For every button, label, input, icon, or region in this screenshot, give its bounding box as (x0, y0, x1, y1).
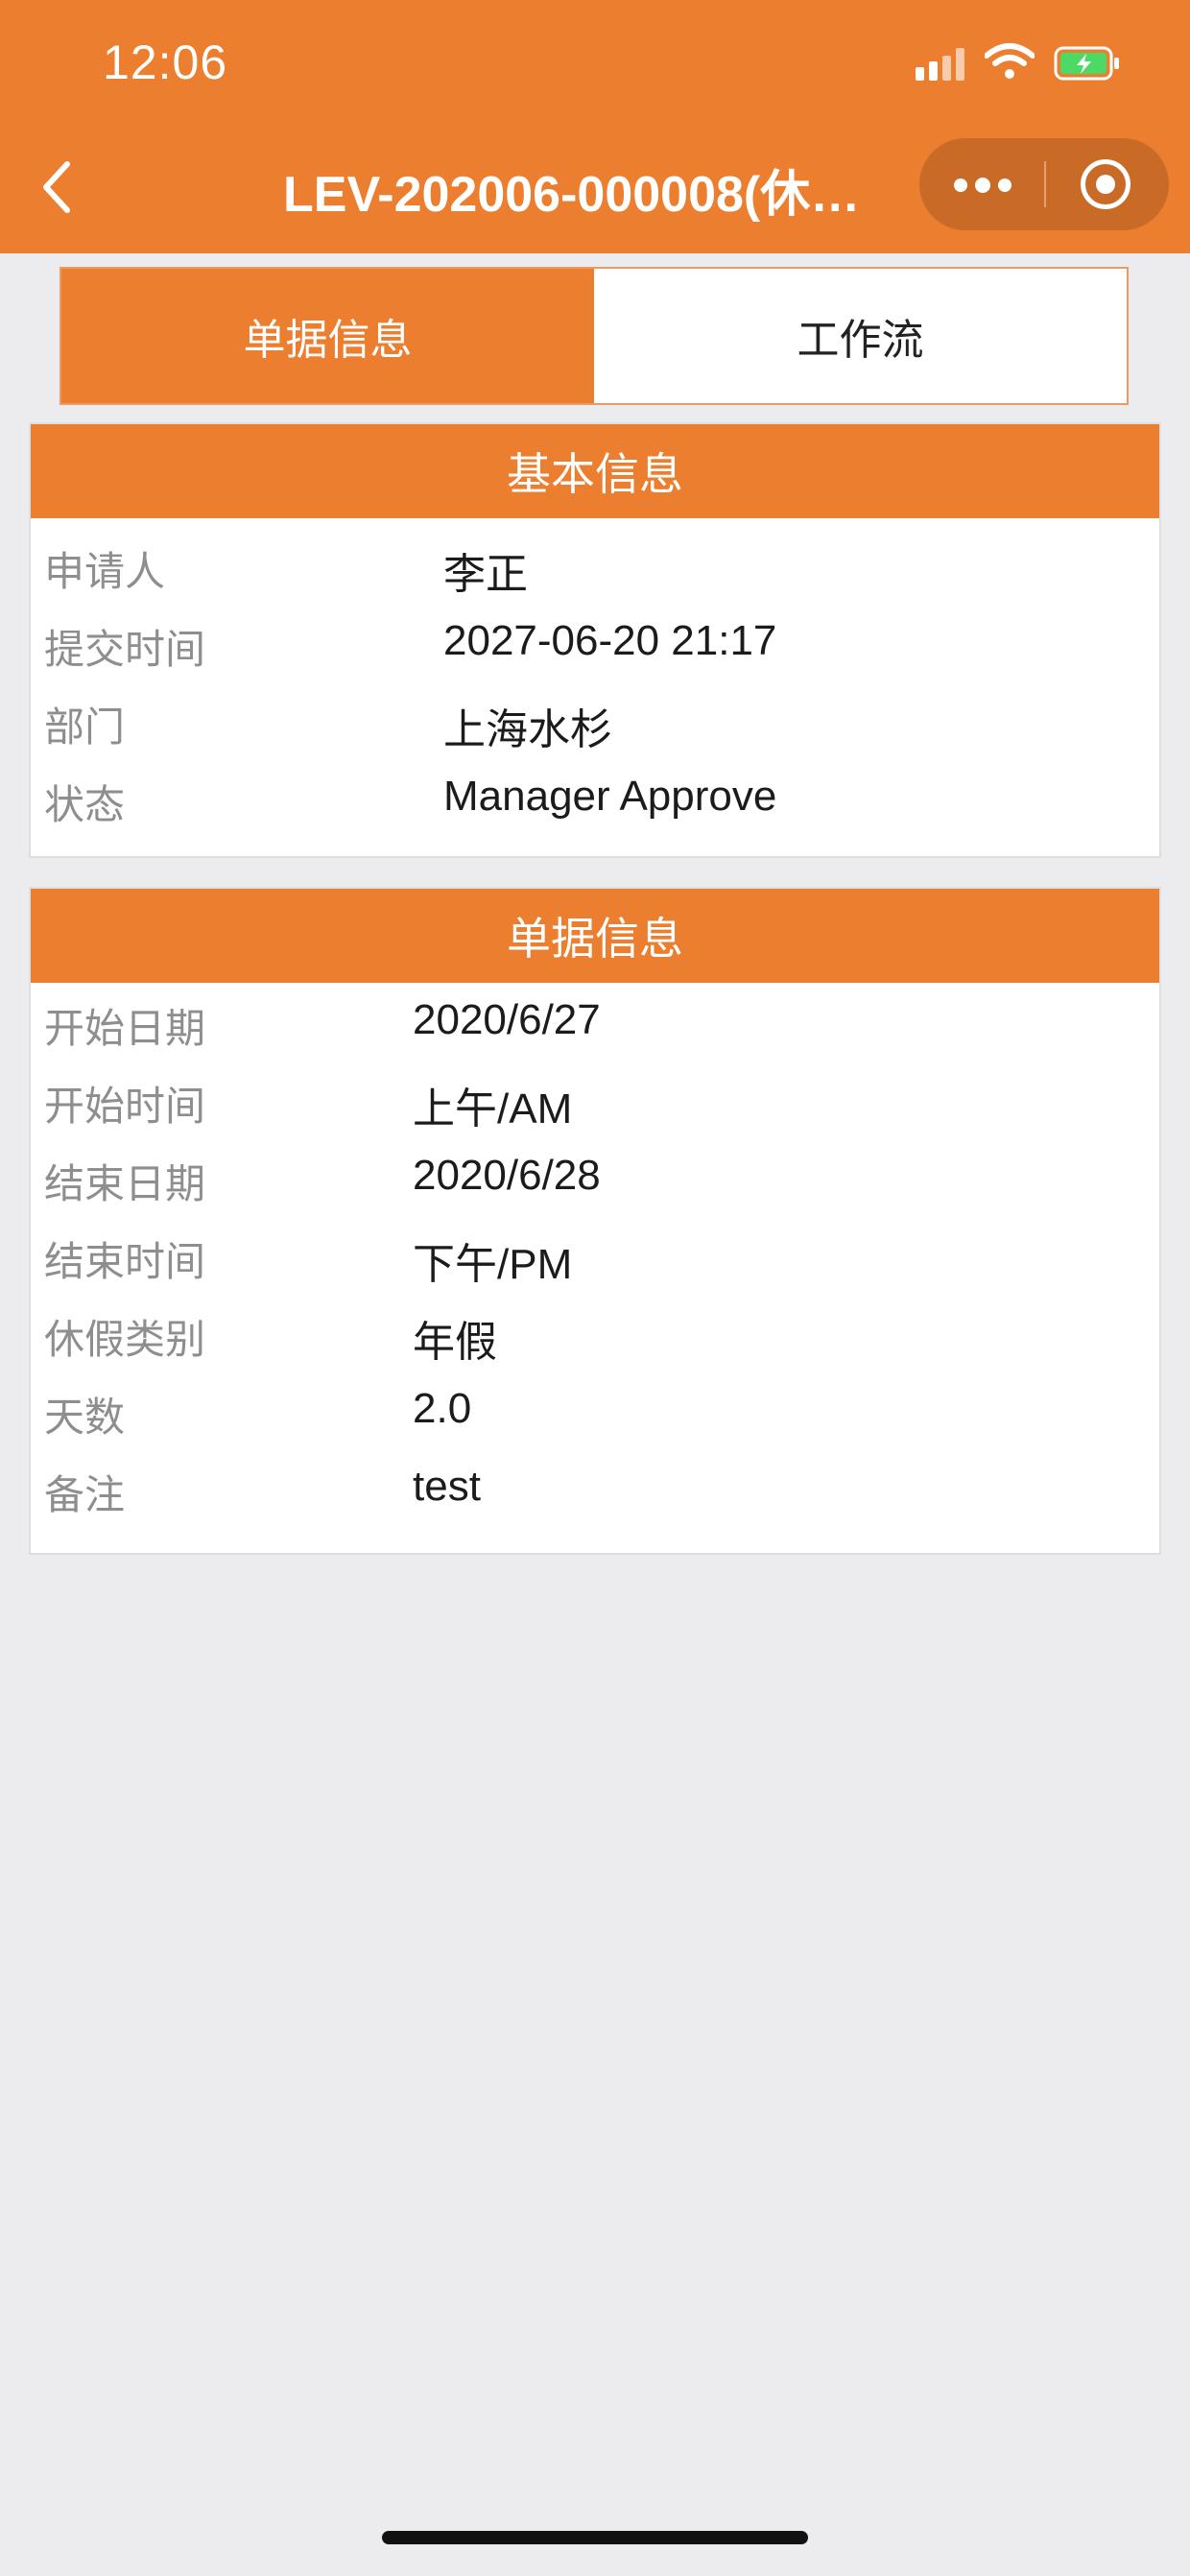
info-row-start-date: 开始日期 2020/6/27 (31, 987, 1159, 1064)
status-time: 12:06 (103, 36, 228, 89)
document-info-title: 单据信息 (31, 889, 1159, 983)
row-label: 状态 (44, 781, 126, 828)
row-label: 天数 (44, 1394, 126, 1441)
info-row-submit-time: 提交时间 2027-06-20 21:17 (31, 608, 1159, 685)
row-value: 2027-06-20 21:17 (443, 617, 777, 664)
row-label: 备注 (44, 1471, 126, 1518)
info-row-days: 天数 2.0 (31, 1375, 1159, 1453)
capsule-divider (1044, 161, 1046, 207)
row-value: Manager Approve (443, 773, 777, 820)
page-title: LEV-202006-000008(休… (283, 167, 861, 223)
info-row-leave-type: 休假类别 年假 (31, 1298, 1159, 1375)
info-row-start-time: 开始时间 上午/AM (31, 1064, 1159, 1142)
info-row-end-date: 结束日期 2020/6/28 (31, 1142, 1159, 1220)
row-label: 申请人 (44, 548, 166, 595)
close-mini-program-icon[interactable] (1081, 159, 1130, 209)
home-indicator (382, 2531, 808, 2544)
info-row-department: 部门 上海水杉 (31, 685, 1159, 763)
more-icon[interactable] (954, 167, 1012, 202)
row-value: 上海水杉 (443, 706, 612, 753)
top-header: 12:06 LEV-202006-000008(休… (0, 0, 1190, 253)
row-label: 休假类别 (44, 1316, 206, 1363)
battery-charging-icon (1054, 46, 1119, 81)
basic-info-title: 基本信息 (31, 424, 1159, 518)
tab-workflow[interactable]: 工作流 (594, 269, 1127, 403)
row-value: 年假 (413, 1319, 497, 1366)
document-info-card: 单据信息 开始日期 2020/6/27 开始时间 上午/AM 结束日期 2020… (29, 887, 1161, 1555)
info-row-applicant: 申请人 李正 (31, 530, 1159, 608)
wifi-icon (985, 43, 1035, 79)
row-label: 开始时间 (44, 1083, 206, 1130)
cellular-signal-icon (916, 48, 967, 81)
mini-program-capsule (919, 138, 1169, 230)
row-value: test (413, 1463, 481, 1510)
row-value: 李正 (443, 551, 528, 598)
row-label: 提交时间 (44, 626, 206, 673)
info-row-status: 状态 Manager Approve (31, 763, 1159, 841)
info-row-end-time: 结束时间 下午/PM (31, 1220, 1159, 1298)
row-value: 上午/AM (413, 1085, 573, 1133)
row-label: 结束日期 (44, 1160, 206, 1207)
row-label: 结束时间 (44, 1238, 206, 1285)
row-value: 2020/6/27 (413, 996, 601, 1043)
back-arrow-icon[interactable] (38, 158, 77, 216)
row-value: 下午/PM (413, 1241, 573, 1288)
tab-bar: 单据信息 工作流 (60, 267, 1129, 405)
info-row-remark: 备注 test (31, 1453, 1159, 1531)
row-value: 2020/6/28 (413, 1152, 601, 1199)
basic-info-card: 基本信息 申请人 李正 提交时间 2027-06-20 21:17 部门 上海水… (29, 422, 1161, 858)
row-label: 开始日期 (44, 1005, 206, 1052)
tab-document-info[interactable]: 单据信息 (61, 269, 594, 403)
row-value: 2.0 (413, 1385, 472, 1432)
row-label: 部门 (44, 704, 126, 751)
